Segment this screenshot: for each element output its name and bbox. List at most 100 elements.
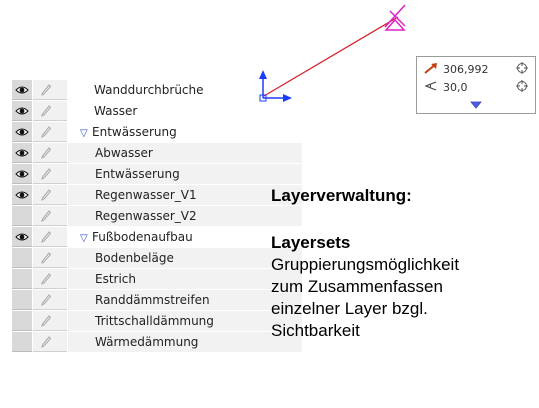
layer-row[interactable]: Bodenbeläge [12, 248, 302, 269]
layer-label: Entwässerung [95, 167, 180, 181]
layer-row[interactable]: Entwässerung [12, 164, 302, 185]
pencil-icon [41, 167, 52, 180]
pencil-icon [41, 83, 52, 96]
visibility-toggle[interactable] [12, 227, 32, 247]
visibility-toggle[interactable] [12, 80, 32, 100]
layer-row[interactable]: ▽ Fußbodenaufbau [12, 227, 302, 248]
pencil-icon [41, 230, 52, 243]
layer-group-name[interactable]: ▽ Entwässerung [68, 122, 302, 142]
layer-label: Regenwasser_V1 [95, 188, 197, 202]
lock-toggle[interactable] [33, 101, 67, 121]
layer-label: Wärmedämmung [95, 335, 199, 349]
layer-name[interactable]: Abwasser [68, 143, 302, 163]
pencil-icon [41, 251, 52, 264]
angle-row[interactable]: 30,0 [423, 80, 529, 96]
visibility-toggle[interactable] [12, 311, 32, 331]
layer-label: Entwässerung [92, 125, 177, 139]
pencil-icon [41, 272, 52, 285]
layer-label: Randdämmstreifen [95, 293, 210, 307]
pencil-icon [41, 293, 52, 306]
length-arrow-icon [423, 62, 439, 79]
lock-toggle[interactable] [33, 290, 67, 310]
visibility-toggle[interactable] [12, 101, 32, 121]
lock-toggle[interactable] [33, 332, 67, 352]
eye-icon [15, 230, 29, 243]
info-body-line: Gruppierungsmöglichkeit [271, 255, 460, 274]
lock-toggle[interactable] [33, 164, 67, 184]
layer-name[interactable]: Trittschalldämmung [68, 311, 302, 331]
visibility-toggle[interactable] [12, 122, 32, 142]
layer-group-name[interactable]: ▽ Fußbodenaufbau [68, 227, 302, 247]
cursor-marker-icon [384, 4, 406, 31]
layer-row[interactable]: Wasser [12, 101, 302, 122]
crosshair-icon[interactable] [515, 62, 529, 79]
visibility-toggle[interactable] [12, 143, 32, 163]
layer-row[interactable]: Trittschalldämmung [12, 311, 302, 332]
layer-row[interactable]: Wanddurchbrüche [12, 80, 302, 101]
visibility-toggle[interactable] [12, 185, 32, 205]
eye-icon [15, 104, 29, 117]
lock-toggle[interactable] [33, 80, 67, 100]
lock-toggle[interactable] [33, 227, 67, 247]
layer-label: Abwasser [95, 146, 153, 160]
layer-name[interactable]: Wasser [68, 101, 302, 121]
layer-name[interactable]: Entwässerung [68, 164, 302, 184]
layer-row[interactable]: Estrich [12, 269, 302, 290]
lock-toggle[interactable] [33, 269, 67, 289]
pencil-icon [41, 335, 52, 348]
lock-toggle[interactable] [33, 311, 67, 331]
info-subtitle: Layersets [271, 233, 351, 252]
collapse-triangle-icon[interactable]: ▽ [80, 229, 92, 249]
layer-label: Bodenbeläge [95, 251, 174, 265]
layer-label: Fußbodenaufbau [92, 230, 193, 244]
layer-name[interactable]: Regenwasser_V2 [68, 206, 302, 226]
pencil-icon [41, 209, 52, 222]
layer-name[interactable]: Randdämmstreifen [68, 290, 302, 310]
lock-toggle[interactable] [33, 122, 67, 142]
info-body-line: zum Zusammenfassen [271, 277, 443, 296]
layer-name[interactable]: Regenwasser_V1 [68, 185, 302, 205]
lock-toggle[interactable] [33, 248, 67, 268]
eye-icon [15, 188, 29, 201]
info-body-line: einzelner Layer bzgl. [271, 299, 428, 318]
info-body-line: Sichtbarkeit [271, 321, 360, 340]
layer-label: Wanddurchbrüche [94, 83, 204, 97]
info-body: Gruppierungsmöglichkeit zum Zusammenfass… [271, 254, 459, 342]
visibility-toggle[interactable] [12, 269, 32, 289]
collapse-triangle-icon[interactable]: ▽ [80, 124, 92, 144]
layer-row[interactable]: ▽ Entwässerung [12, 122, 302, 143]
info-title: Layerverwaltung: [271, 186, 412, 205]
layer-row[interactable]: Regenwasser_V1 [12, 185, 302, 206]
pencil-icon [41, 125, 52, 138]
eye-icon [15, 125, 29, 138]
visibility-toggle[interactable] [12, 290, 32, 310]
eye-icon [15, 146, 29, 159]
layer-label: Regenwasser_V2 [95, 209, 197, 223]
expand-triangle-icon[interactable] [469, 100, 483, 110]
layer-name[interactable]: Estrich [68, 269, 302, 289]
lock-toggle[interactable] [33, 143, 67, 163]
layer-name[interactable]: Bodenbeläge [68, 248, 302, 268]
layer-label: Wasser [94, 104, 138, 118]
layer-list: Wanddurchbrüche Wasser ▽ Entwässerung Abwass… [12, 80, 302, 408]
length-value[interactable]: 306,992 [443, 62, 489, 78]
pencil-icon [41, 104, 52, 117]
layer-name[interactable]: Wärmedämmung [68, 332, 302, 352]
lock-toggle[interactable] [33, 206, 67, 226]
length-row[interactable]: 306,992 [423, 62, 529, 78]
layer-row[interactable]: Randdämmstreifen [12, 290, 302, 311]
layer-row[interactable]: Regenwasser_V2 [12, 206, 302, 227]
lock-toggle[interactable] [33, 185, 67, 205]
layer-row[interactable]: Abwasser [12, 143, 302, 164]
eye-icon [15, 167, 29, 180]
visibility-toggle[interactable] [12, 164, 32, 184]
layer-label: Trittschalldämmung [95, 314, 214, 328]
layer-name[interactable]: Wanddurchbrüche [68, 80, 302, 100]
visibility-toggle[interactable] [12, 206, 32, 226]
visibility-toggle[interactable] [12, 248, 32, 268]
visibility-toggle[interactable] [12, 332, 32, 352]
angle-value[interactable]: 30,0 [443, 80, 468, 96]
crosshair-icon[interactable] [515, 80, 529, 97]
angle-icon [423, 80, 439, 97]
layer-row[interactable]: Wärmedämmung [12, 332, 302, 353]
